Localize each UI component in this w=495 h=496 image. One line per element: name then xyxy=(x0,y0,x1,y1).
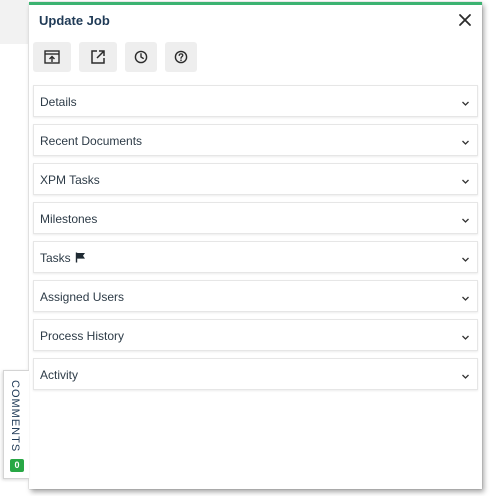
flag-icon xyxy=(75,252,85,263)
history-button[interactable] xyxy=(125,42,157,72)
chevron-down-icon xyxy=(462,140,469,145)
comments-count-badge: 0 xyxy=(10,459,24,472)
section-list: Details Recent Documents XPM Tasks Miles… xyxy=(33,85,478,397)
chevron-down-icon xyxy=(462,257,469,262)
section-label: Process History xyxy=(40,329,125,343)
chevron-down-icon xyxy=(462,179,469,184)
comments-tab[interactable]: COMMENTS 0 xyxy=(3,370,29,479)
open-in-window-button[interactable] xyxy=(33,42,71,72)
section-xpm-tasks[interactable]: XPM Tasks xyxy=(33,163,478,195)
chevron-down-icon xyxy=(462,101,469,106)
section-label: Milestones xyxy=(40,212,98,226)
close-icon xyxy=(459,14,471,26)
section-label: XPM Tasks xyxy=(40,173,100,187)
background-strip xyxy=(0,0,28,44)
section-recent-documents[interactable]: Recent Documents xyxy=(33,124,478,156)
chevron-down-icon xyxy=(462,218,469,223)
panel-title: Update Job xyxy=(39,13,110,28)
toolbar xyxy=(33,42,197,76)
help-icon xyxy=(174,50,188,64)
chevron-down-icon xyxy=(462,296,469,301)
section-milestones[interactable]: Milestones xyxy=(33,202,478,234)
section-label: Recent Documents xyxy=(40,134,143,148)
section-activity[interactable]: Activity xyxy=(33,358,478,390)
clock-icon xyxy=(134,50,148,64)
help-button[interactable] xyxy=(165,42,197,72)
panel-header: Update Job xyxy=(29,5,482,38)
external-link-icon xyxy=(91,50,105,64)
upload-window-icon xyxy=(44,50,60,64)
chevron-down-icon xyxy=(462,374,469,379)
section-label: Tasks xyxy=(40,251,71,265)
section-process-history[interactable]: Process History xyxy=(33,319,478,351)
section-assigned-users[interactable]: Assigned Users xyxy=(33,280,478,312)
comments-label: COMMENTS xyxy=(9,380,21,453)
close-button[interactable] xyxy=(456,11,474,29)
section-label: Assigned Users xyxy=(40,290,125,304)
section-label: Details xyxy=(40,95,77,109)
open-external-button[interactable] xyxy=(79,42,117,72)
section-details[interactable]: Details xyxy=(33,85,478,117)
chevron-down-icon xyxy=(462,335,469,340)
update-job-panel: Update Job Details Recent Documents XPM … xyxy=(29,2,482,489)
section-label: Activity xyxy=(40,368,79,382)
section-tasks[interactable]: Tasks xyxy=(33,241,478,273)
